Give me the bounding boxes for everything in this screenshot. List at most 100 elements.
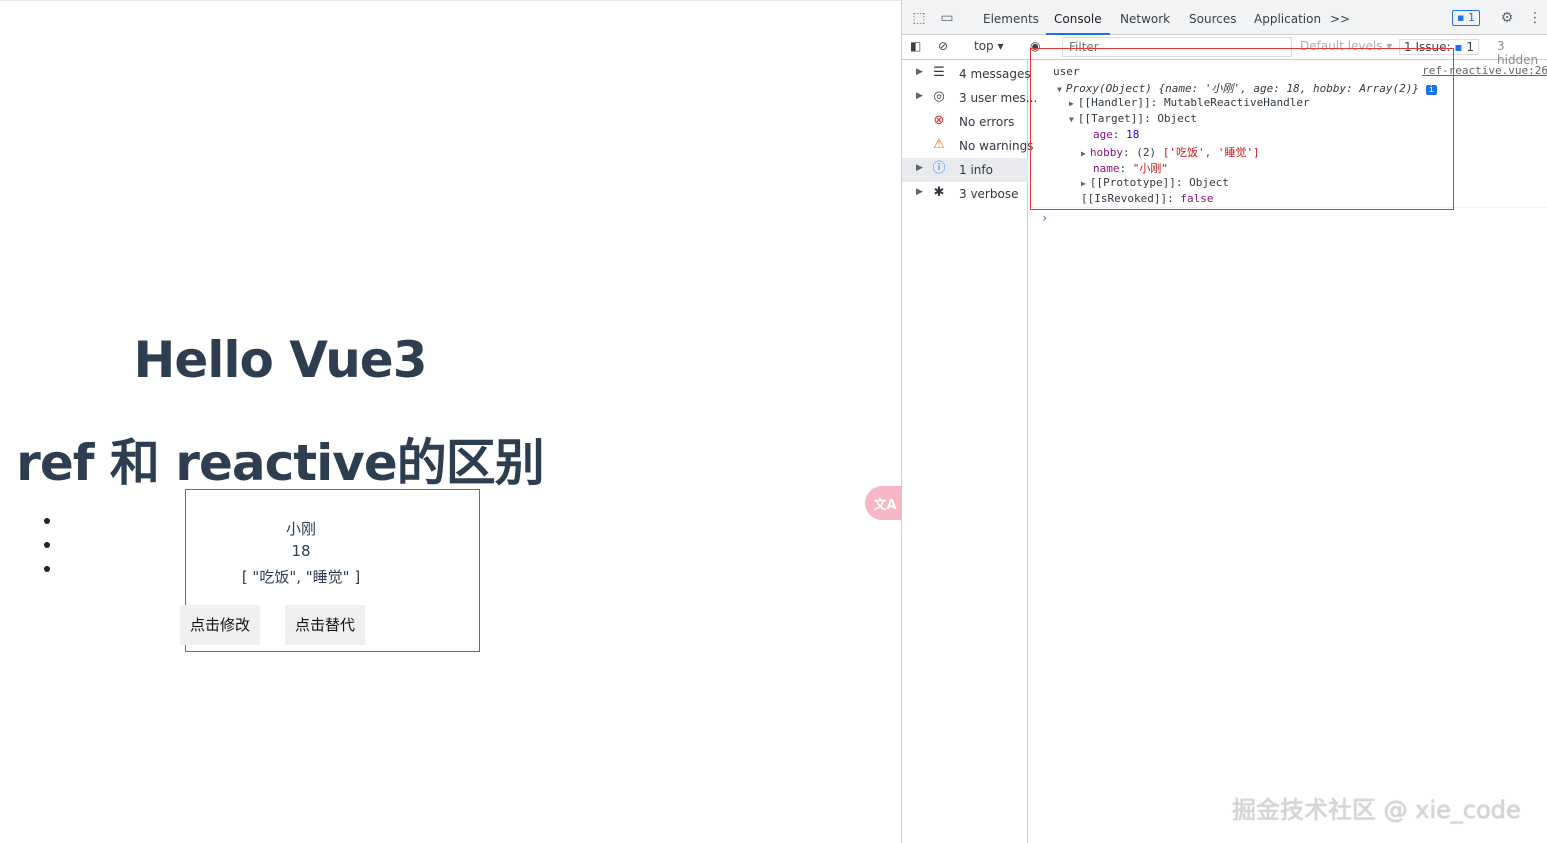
issue-icon: ▪ (1454, 40, 1463, 54)
translate-icon[interactable]: 文A (865, 486, 905, 520)
issues-label: 1 Issue: (1404, 40, 1451, 54)
handler-row[interactable]: ▶ [[Handler]]: MutableReactiveHandler (1069, 96, 1310, 109)
bullet-1 (44, 518, 50, 524)
tab-elements[interactable]: Elements (983, 0, 1039, 35)
expand-icon: ▶ (916, 187, 923, 197)
device-toggle-icon[interactable]: ▭ (938, 9, 956, 27)
sidebar-item-warnings[interactable]: ⚠ No warnings (902, 134, 1033, 158)
tab-network[interactable]: Network (1120, 0, 1170, 35)
sidebar-item-label: 4 messages (959, 67, 1031, 81)
proxy-row[interactable]: ▼ Proxy(Object) {name: '小刚', age: 18, hob… (1057, 80, 1438, 96)
handler-key: [[Handler]] (1077, 96, 1151, 109)
target-value: Object (1157, 112, 1198, 125)
more-tabs-icon[interactable]: >> (1330, 0, 1350, 35)
sidebar-item-errors[interactable]: ⊗ No errors (902, 110, 1028, 134)
bullet-2 (44, 542, 50, 548)
sidebar-item-label: No errors (959, 115, 1015, 129)
error-icon: ⊗ (933, 113, 945, 128)
screen: Hello Vue3 ref 和 reactive的区别 小刚 18 [ "吃饭… (0, 0, 1547, 843)
clear-console-icon[interactable]: ⊘ (938, 39, 948, 53)
console-sidebar: ▶ ☰ 4 messages ▶ ◎ 3 user mes... ⊗ No er… (902, 61, 1037, 843)
prototype-key: [[Prototype]] (1089, 176, 1176, 189)
hobby-row[interactable]: ▶ hobby: (2) ['吃饭', '睡觉'] (1081, 144, 1260, 160)
collapse-icon: ▼ (1057, 85, 1062, 94)
tab-application[interactable]: Application (1254, 0, 1321, 35)
inspect-icon[interactable]: ⬚ (910, 9, 928, 27)
expand-icon: ▶ (1081, 179, 1086, 188)
tab-console[interactable]: Console (1046, 0, 1110, 35)
messages-badge-count: 1 (1467, 11, 1475, 24)
filter-input[interactable] (1062, 37, 1292, 57)
replace-button[interactable]: 点击替代 (285, 605, 366, 645)
sidebar-item-verbose[interactable]: ▶ ✱ 3 verbose (902, 182, 1028, 206)
modify-button[interactable]: 点击修改 (180, 605, 261, 645)
proxy-head: Proxy(Object) (1065, 82, 1152, 95)
sidebar-item-user-messages[interactable]: ▶ ◎ 3 user mes... (902, 86, 1037, 110)
sidebar-item-label: 3 user mes... (959, 91, 1038, 105)
prototype-value: Object (1189, 176, 1229, 189)
hobby-value: ['吃饭', '睡觉'] (1162, 146, 1260, 159)
page-title: Hello Vue3 (133, 331, 427, 389)
source-link[interactable]: ref-reactive.vue:26 (1422, 64, 1547, 77)
sidebar-toggle-icon[interactable]: ◧ (910, 39, 921, 53)
info-icon: ⓘ (932, 161, 946, 176)
list-bullets (44, 518, 50, 590)
age-row: age: 18 (1093, 128, 1140, 141)
tab-sources[interactable]: Sources (1189, 0, 1236, 35)
expand-icon: ▶ (1081, 149, 1086, 158)
console-prompt-icon[interactable]: › (1041, 211, 1048, 225)
expand-icon: ▶ (1069, 99, 1074, 108)
warning-icon: ⚠ (933, 137, 945, 152)
expand-icon: ▶ (916, 163, 923, 173)
hobby-key: hobby (1089, 146, 1123, 159)
devtools-panel: ⬚ ▭ Elements Console Network Sources App… (901, 0, 1547, 843)
sidebar-item-label: 1 info (959, 163, 993, 177)
age-value: 18 (1126, 128, 1140, 141)
console-toolbar: ◧ ⊘ top ▾ ◉ Default levels ▾ 1 Issue: ▪ … (902, 35, 1547, 67)
log-label: user (1053, 65, 1080, 78)
issues-button[interactable]: 1 Issue: ▪ 1 (1399, 39, 1479, 55)
devtools-tabbar: ⬚ ▭ Elements Console Network Sources App… (902, 0, 1547, 35)
handler-value: MutableReactiveHandler (1163, 96, 1310, 109)
collapse-icon: ▼ (1069, 115, 1074, 124)
context-select[interactable]: top ▾ (974, 39, 1004, 53)
eye-icon[interactable]: ◉ (1030, 39, 1040, 53)
gear-icon[interactable]: ⚙ (1498, 9, 1516, 27)
page-subtitle: ref 和 reactive的区别 (16, 434, 545, 492)
target-row[interactable]: ▼ [[Target]]: Object (1069, 112, 1197, 125)
revoked-key: [[IsRevoked]] (1081, 192, 1168, 205)
name-key: name (1093, 162, 1120, 175)
age-key: age (1093, 128, 1113, 141)
hobby-length: (2) (1136, 146, 1157, 159)
messages-badge[interactable]: ▪ 1 (1452, 10, 1480, 26)
info-icon: i (1425, 85, 1438, 95)
levels-value: Default levels (1300, 39, 1383, 53)
sidebar-item-info[interactable]: ▶ ⓘ 1 info (902, 158, 1028, 182)
sidebar-item-label: 3 verbose (959, 187, 1019, 201)
issues-count: 1 (1466, 40, 1474, 54)
list-icon: ☰ (933, 65, 945, 80)
kebab-menu-icon[interactable]: ⋮ (1526, 9, 1544, 27)
levels-select[interactable]: Default levels ▾ (1300, 39, 1392, 53)
expand-icon: ▶ (916, 91, 923, 101)
list-item-name: 小刚 (285, 520, 316, 538)
revoked-value: false (1180, 192, 1214, 205)
prototype-row[interactable]: ▶ [[Prototype]]: Object (1081, 176, 1229, 189)
expand-icon: ▶ (916, 67, 923, 77)
revoked-row: [[IsRevoked]]: false (1081, 192, 1214, 205)
bullet-3 (44, 566, 50, 572)
sidebar-item-label: No warnings (959, 139, 1034, 153)
console-output: ref-reactive.vue:26 user ▼ Proxy(Object) … (1029, 61, 1547, 843)
highlight-box-page: 小刚 18 [ "吃饭", "睡觉" ] 点击修改 点击替代 (180, 489, 480, 652)
watermark: 掘金技术社区 @ xie_code (1232, 796, 1521, 824)
log-divider (1029, 207, 1547, 208)
bug-icon: ✱ (933, 185, 945, 200)
context-value: top (974, 39, 994, 53)
page-viewport: Hello Vue3 ref 和 reactive的区别 小刚 18 [ "吃饭… (0, 0, 905, 843)
name-value: "小刚" (1132, 162, 1168, 175)
proxy-summary: {name: '小刚', age: 18, hobby: Array(2)} (1158, 82, 1419, 95)
sidebar-item-messages[interactable]: ▶ ☰ 4 messages (902, 62, 1031, 86)
user-icon: ◎ (933, 89, 945, 104)
target-key: [[Target]] (1077, 112, 1145, 125)
name-row: name: "小刚" (1093, 162, 1168, 175)
